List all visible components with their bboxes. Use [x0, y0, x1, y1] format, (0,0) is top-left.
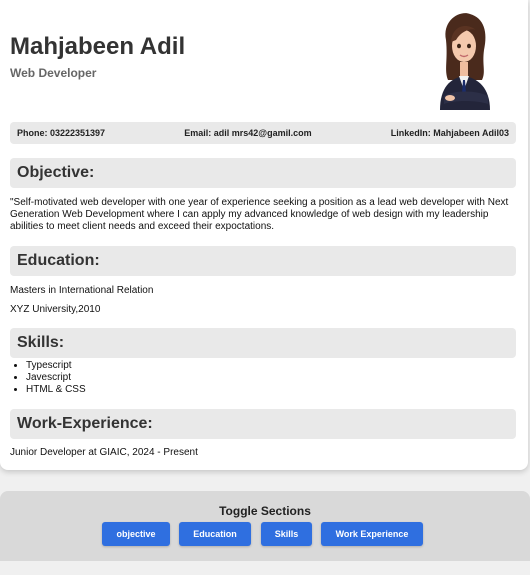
- education-heading: Education:: [10, 246, 516, 276]
- education-degree: Masters in International Relation: [10, 285, 154, 296]
- toggle-sections-title: Toggle Sections: [219, 504, 311, 518]
- toggle-work-experience-button[interactable]: Work Experience: [321, 522, 423, 546]
- work-experience-text: Junior Developer at GIAIC, 2024 - Presen…: [10, 447, 198, 458]
- skills-heading: Skills:: [10, 328, 516, 358]
- resume-name: Mahjabeen Adil: [10, 33, 186, 60]
- contact-bar: Phone: 03222351397 Email: adil mrs42@gam…: [10, 122, 516, 144]
- work-experience-heading: Work-Experience:: [10, 409, 516, 439]
- woman-avatar-icon: [440, 13, 490, 110]
- toggle-skills-button[interactable]: Skills: [261, 522, 312, 546]
- objective-text: "Self-motivated web developer with one y…: [10, 197, 509, 232]
- contact-phone: Phone: 03222351397: [17, 128, 106, 138]
- skill-item: HTML & CSS: [26, 384, 86, 396]
- skills-list: Typescript Javescript HTML & CSS: [10, 360, 86, 396]
- toggle-sections-panel: Toggle Sections objective Education Skil…: [0, 491, 530, 561]
- contact-email: Email: adil mrs42@gamil.com: [184, 128, 312, 138]
- skill-item: Typescript: [26, 360, 86, 372]
- skill-item: Javescript: [26, 372, 86, 384]
- education-school: XYZ University,2010: [10, 304, 101, 315]
- contact-linkedin: LinkedIn: Mahjabeen Adil03: [390, 128, 509, 138]
- resume-job-title: Web Developer: [10, 66, 97, 80]
- toggle-education-button[interactable]: Education: [179, 522, 251, 546]
- resume-card: Mahjabeen Adil Web Developer Phone: 0322…: [0, 0, 528, 470]
- objective-heading: Objective:: [10, 158, 516, 188]
- toggle-objective-button[interactable]: objective: [102, 522, 170, 546]
